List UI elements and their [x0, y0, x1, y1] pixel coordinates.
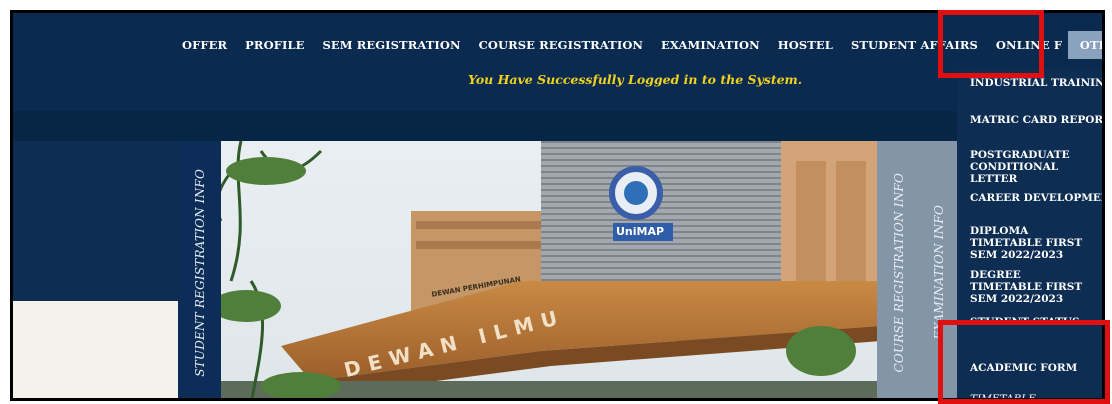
- browser-viewport: OFFER PROFILE SEM REGISTRATION COURSE RE…: [10, 10, 1105, 401]
- menu-degree-timetable[interactable]: DEGREE TIMETABLE FIRST SEM 2022/2023: [970, 269, 1095, 305]
- campus-building-photo: DEWAN ILMU DEWAN PERHIMPUNAN UniMAP: [221, 141, 881, 398]
- nav-hostel[interactable]: HOSTEL: [769, 34, 842, 56]
- menu-student-status[interactable]: STUDENT STATUS: [970, 316, 1080, 328]
- others-dropdown-menu: INDUSTRIAL TRAINING MATRIC CARD REPORT P…: [957, 69, 1102, 398]
- left-dark-area: [13, 141, 178, 301]
- student-registration-info-panel[interactable]: STUDENT REGISTRATION INFO: [178, 141, 221, 398]
- left-content-area: [13, 301, 178, 398]
- nav-sem-registration[interactable]: SEM REGISTRATION: [314, 34, 470, 56]
- menu-timetable[interactable]: TIMETABLE: [970, 393, 1036, 398]
- nav-student-affairs[interactable]: STUDENT AFFAIRS: [842, 34, 987, 56]
- menu-postgraduate-conditional-letter[interactable]: POSTGRADUATE CONDITIONAL LETTER: [970, 149, 1098, 185]
- header-sub-band: [13, 111, 1102, 141]
- menu-career-development[interactable]: CAREER DEVELOPMENT: [970, 192, 1102, 204]
- examination-info-label: EXAMINATION INFO: [932, 205, 946, 340]
- course-registration-info-label: COURSE REGISTRATION INFO: [892, 172, 906, 373]
- nav-offer[interactable]: OFFER: [173, 34, 236, 56]
- nav-profile[interactable]: PROFILE: [236, 34, 313, 56]
- main-nav: OFFER PROFILE SEM REGISTRATION COURSE RE…: [173, 31, 1102, 59]
- menu-industrial-training[interactable]: INDUSTRIAL TRAINING: [970, 77, 1102, 89]
- menu-academic-form[interactable]: ACADEMIC FORM: [970, 362, 1077, 374]
- nav-examination[interactable]: EXAMINATION: [652, 34, 769, 56]
- student-registration-info-label: STUDENT REGISTRATION INFO: [192, 168, 207, 377]
- course-registration-info-panel[interactable]: COURSE REGISTRATION INFO: [877, 141, 921, 398]
- top-navigation-bar: OFFER PROFILE SEM REGISTRATION COURSE RE…: [13, 13, 1102, 111]
- menu-diploma-timetable[interactable]: DIPLOMA TIMETABLE FIRST SEM 2022/2023: [970, 225, 1095, 261]
- login-success-message: You Have Successfully Logged in to the S…: [468, 72, 803, 87]
- nav-online-forms[interactable]: ONLINE FOR: [987, 34, 1062, 56]
- examination-info-panel[interactable]: EXAMINATION INFO: [921, 141, 957, 398]
- nav-course-registration[interactable]: COURSE REGISTRATION: [470, 34, 652, 56]
- unimap-logo-text: UniMAP: [616, 225, 665, 238]
- menu-matric-card-report[interactable]: MATRIC CARD REPORT: [970, 114, 1102, 126]
- nav-others[interactable]: OTHERS: [1067, 31, 1102, 59]
